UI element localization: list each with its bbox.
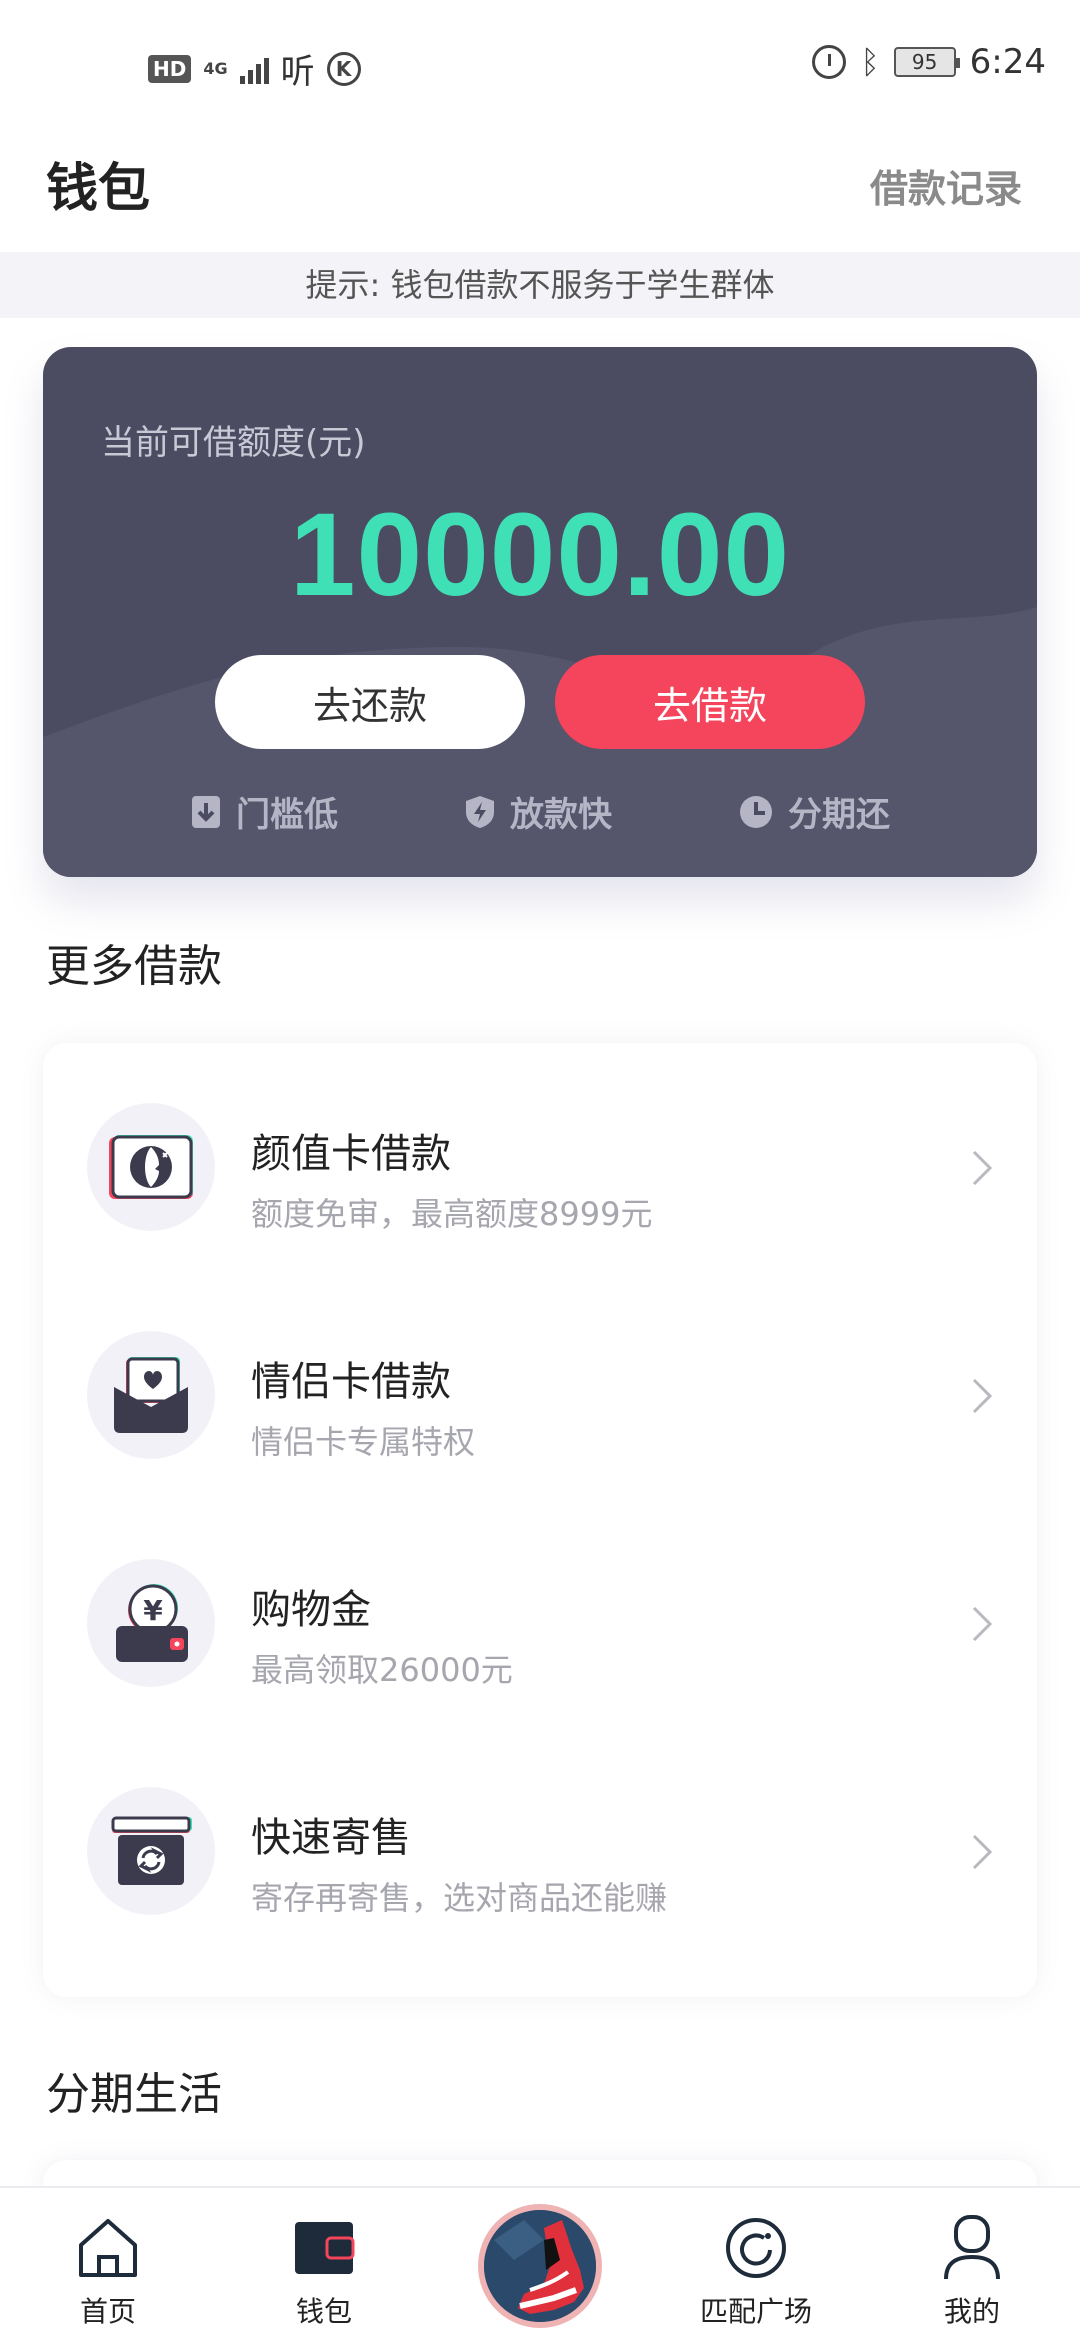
- loan-name: 颜值卡借款: [251, 1131, 451, 1177]
- nav-label: 钱包: [295, 2295, 352, 2328]
- hd-badge: HD: [148, 54, 192, 83]
- more-loans-title: 更多借款: [46, 941, 222, 992]
- feature-fast-loan: 放款快: [464, 787, 612, 836]
- loan-desc: 最高领取26000元: [251, 1651, 513, 1689]
- nav-label: 匹配广场: [699, 2295, 812, 2328]
- loan-item-shopping-credit[interactable]: ¥ 购物金 最高领取26000元: [43, 1509, 1037, 1737]
- shield-bolt-icon: [466, 795, 494, 828]
- status-left: HD 4G 听 K: [148, 44, 361, 93]
- clock-time: 6:24: [969, 42, 1046, 82]
- alarm-icon: [812, 45, 847, 79]
- feature-label: 门槛低: [236, 795, 338, 835]
- loan-desc: 情侣卡专属特权: [251, 1423, 476, 1461]
- loan-desc: 额度免审，最高额度8999元: [251, 1195, 653, 1233]
- credit-card: 当前可借额度(元) 10000.00 去还款 去借款 门槛低 放款快 分期还: [43, 347, 1037, 877]
- battery-icon: 95: [893, 47, 960, 77]
- loan-name: 购物金: [251, 1587, 371, 1633]
- credit-limit-amount: 10000.00: [289, 489, 791, 621]
- nav-center-sneaker[interactable]: [478, 2204, 602, 2328]
- feature-low-threshold: 门槛低: [190, 787, 338, 836]
- notice-banner: 提示: 钱包借款不服务于学生群体: [0, 252, 1080, 318]
- clock-icon: [740, 795, 772, 828]
- network-type: 4G: [203, 58, 228, 78]
- k-icon: K: [326, 51, 361, 86]
- nav-wallet[interactable]: 钱包: [244, 2188, 404, 2340]
- couple-card-icon: [87, 1331, 215, 1459]
- ting-icon: 听: [280, 52, 315, 92]
- chevron-right-icon: [972, 1378, 993, 1414]
- feature-list: 门槛低 放款快 分期还: [43, 787, 1037, 836]
- loan-item-couple-card[interactable]: 情侣卡借款 情侣卡专属特权: [43, 1281, 1037, 1509]
- nav-mine[interactable]: 我的: [892, 2188, 1052, 2340]
- loan-name: 快速寄售: [251, 1815, 411, 1861]
- status-bar: HD 4G 听 K ᛒ 95 6:24: [0, 0, 1080, 130]
- download-icon: [192, 795, 220, 828]
- feature-label: 分期还: [788, 795, 890, 835]
- svg-text:¥: ¥: [143, 1594, 163, 1627]
- loan-record-link[interactable]: 借款记录: [870, 158, 1022, 213]
- page-title: 钱包: [46, 159, 151, 219]
- wallet-icon: [293, 2214, 355, 2282]
- status-right: ᛒ 95 6:24: [812, 42, 1046, 82]
- nav-label: 我的: [943, 2295, 1000, 2328]
- chevron-right-icon: [972, 1606, 993, 1642]
- chevron-right-icon: [972, 1834, 993, 1870]
- wallet-yuan-icon: ¥: [87, 1559, 215, 1687]
- loan-list: 颜值卡借款 额度免审，最高额度8999元 情侣卡借款 情侣卡专属特权 ¥ 购物金…: [43, 1043, 1037, 1997]
- home-icon: [77, 2214, 139, 2282]
- nav-home[interactable]: 首页: [28, 2188, 188, 2340]
- nav-match-square[interactable]: 匹配广场: [676, 2188, 836, 2340]
- feature-installment: 分期还: [738, 787, 890, 836]
- installment-title: 分期生活: [46, 2069, 222, 2120]
- loan-desc: 寄存再寄售，选对商品还能赚: [251, 1879, 668, 1917]
- chevron-right-icon: [972, 1150, 993, 1186]
- match-icon: [724, 2214, 788, 2282]
- borrow-button[interactable]: 去借款: [555, 655, 865, 749]
- bluetooth-icon: ᛒ: [860, 43, 880, 81]
- loan-item-face-card[interactable]: 颜值卡借款 额度免审，最高额度8999元: [43, 1053, 1037, 1281]
- credit-limit-label: 当前可借额度(元): [101, 423, 366, 463]
- sneaker-icon: [484, 2210, 596, 2322]
- face-card-icon: [87, 1103, 215, 1231]
- loan-item-quick-consign[interactable]: 快速寄售 寄存再寄售，选对商品还能赚: [43, 1737, 1037, 1965]
- signal-icon: [239, 54, 269, 84]
- user-icon: [942, 2214, 1002, 2282]
- loan-name: 情侣卡借款: [251, 1359, 451, 1405]
- feature-label: 放款快: [510, 795, 612, 835]
- repay-button[interactable]: 去还款: [215, 655, 525, 749]
- consign-box-icon: [87, 1787, 215, 1915]
- nav-label: 首页: [79, 2295, 136, 2328]
